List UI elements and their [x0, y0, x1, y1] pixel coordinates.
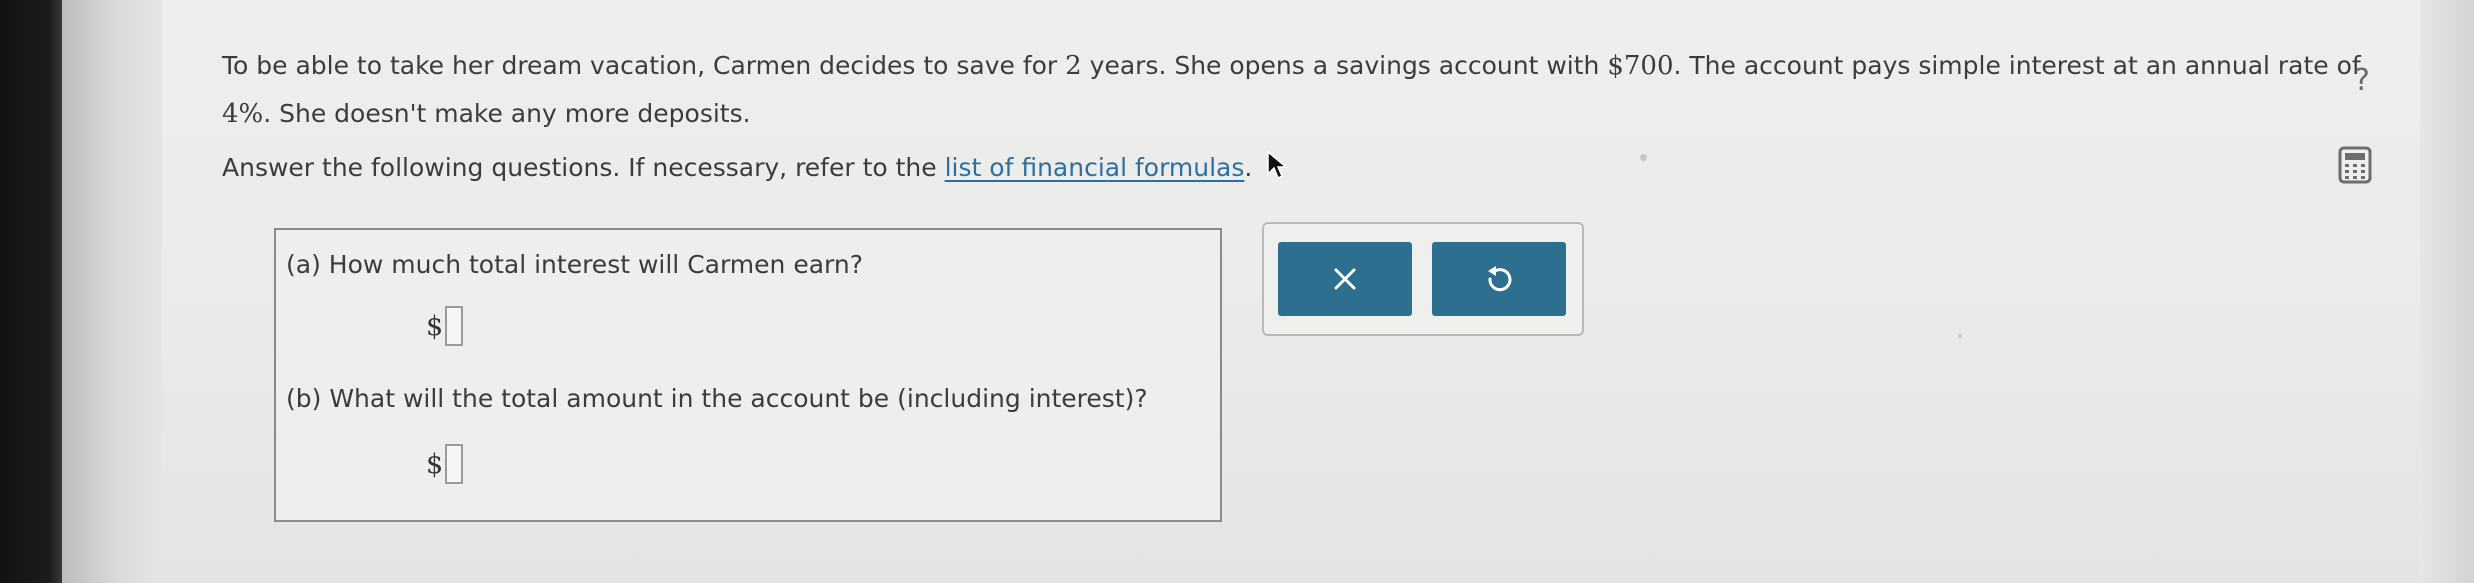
answer-b-input[interactable]: [445, 444, 464, 484]
problem-principal: $700: [1607, 51, 1674, 81]
screen-edge-left: [62, 0, 162, 583]
instructions-period: .: [1244, 153, 1253, 182]
question-page: To be able to take her dream vacation, C…: [162, 0, 2420, 583]
problem-statement: To be able to take her dream vacation, C…: [222, 42, 2372, 138]
screen-edge-right: [2420, 0, 2474, 583]
problem-years: 2: [1065, 51, 1082, 81]
question-a-label: (a) How much total interest will Carmen …: [286, 250, 863, 279]
calculator-icon[interactable]: [2338, 146, 2372, 184]
answer-a-currency: $: [426, 310, 444, 342]
problem-text-1: To be able to take her dream vacation, C…: [222, 51, 1066, 80]
answer-b-group: $: [426, 444, 464, 484]
question-icon: ?: [2354, 62, 2370, 98]
instructions: Answer the following questions. If neces…: [222, 144, 1252, 192]
screen-speck: [1958, 334, 1962, 338]
problem-text-4: . She doesn't make any more deposits.: [263, 99, 751, 128]
problem-rate: 4%: [222, 99, 264, 129]
close-icon: [1334, 268, 1356, 290]
monitor-bezel: [0, 0, 62, 583]
clear-button[interactable]: [1278, 242, 1412, 316]
answer-tools-panel: [1262, 222, 1584, 336]
mouse-cursor-icon: [1267, 150, 1289, 180]
undo-button[interactable]: [1432, 242, 1566, 316]
problem-text-3: . The account pays simple interest at an…: [1673, 51, 2361, 80]
answer-box: (a) How much total interest will Carmen …: [274, 228, 1222, 522]
answer-a-group: $: [426, 306, 464, 346]
financial-formulas-link[interactable]: list of financial formulas: [945, 153, 1245, 182]
help-button[interactable]: ?: [2342, 60, 2382, 100]
undo-icon: [1488, 266, 1512, 292]
question-b-label: (b) What will the total amount in the ac…: [286, 384, 1148, 413]
instructions-text: Answer the following questions. If neces…: [222, 153, 945, 182]
screen-speck: [1640, 154, 1647, 161]
answer-b-currency: $: [426, 448, 444, 480]
problem-text-2: years. She opens a savings account with: [1081, 51, 1608, 80]
answer-a-input[interactable]: [445, 306, 464, 346]
